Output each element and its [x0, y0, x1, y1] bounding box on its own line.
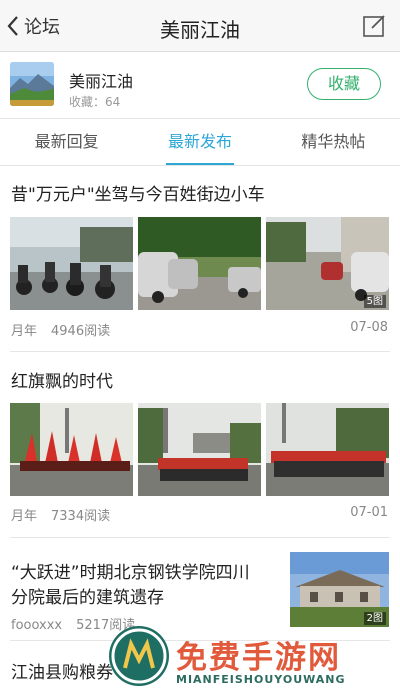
post-image: 2图: [290, 552, 389, 627]
post-image: [138, 403, 261, 496]
tab-latest-replies[interactable]: 最新回复: [0, 120, 133, 165]
post-image: [266, 403, 389, 496]
post-images: [10, 403, 389, 496]
post-reads: 4946阅读: [51, 324, 111, 339]
post-image: [10, 217, 133, 310]
post-image: [138, 217, 261, 310]
post-author: 月年: [11, 509, 38, 524]
watermark-logo-icon: [109, 626, 169, 686]
tab-bar: 最新回复 最新发布 精华热帖: [0, 120, 400, 166]
post-title-line: “大跃进”时期北京钢铁学院四川: [11, 563, 250, 583]
tab-featured[interactable]: 精华热帖: [267, 120, 400, 165]
post-item[interactable]: 红旗飘的时代 月年 7334阅读 07-01: [0, 352, 400, 537]
post-title: 江油县购粮券: [11, 663, 113, 683]
post-reads: 7334阅读: [51, 509, 111, 524]
post-meta: 月年 4946阅读: [11, 320, 110, 339]
post-meta: 月年 7334阅读: [11, 505, 110, 524]
post-author: foooxxx: [11, 618, 63, 633]
forum-name: 美丽江油: [69, 72, 134, 91]
post-images: 5图: [10, 217, 389, 310]
post-item[interactable]: “大跃进”时期北京钢铁学院四川 分院最后的建筑遗存 foooxxx 5217阅读 …: [0, 538, 400, 633]
page-title: 美丽江油: [160, 18, 240, 42]
navigation-bar: 论坛 美丽江油: [0, 0, 400, 52]
post-item[interactable]: 昔"万元户"坐驾与今百姓街边小车 5图 月年 4946阅读 07-08: [0, 167, 400, 352]
image-count-badge: 2图: [363, 612, 386, 625]
image-count-badge: 5图: [363, 295, 386, 308]
post-image: 5图: [266, 217, 389, 310]
watermark-text: 免费手游网: [176, 640, 341, 676]
post-title: 昔"万元户"坐驾与今百姓街边小车: [11, 185, 265, 205]
collect-button[interactable]: 收藏: [307, 68, 381, 100]
forum-avatar: [10, 62, 54, 106]
post-title: 红旗飘的时代: [11, 372, 113, 392]
post-date: 07-08: [350, 320, 388, 335]
tab-latest-posts[interactable]: 最新发布: [133, 120, 266, 165]
post-title-line: 分院最后的建筑遗存: [11, 588, 164, 608]
post-author: 月年: [11, 324, 38, 339]
post-date: 07-01: [350, 505, 388, 520]
forum-header: 美丽江油 收藏：64 收藏: [0, 53, 400, 119]
compose-icon[interactable]: [362, 14, 386, 38]
forum-favorites-count: 收藏：64: [69, 95, 121, 109]
post-image: [10, 403, 133, 496]
watermark-subtext: MIANFEISHOUYOUWANG: [176, 673, 346, 686]
